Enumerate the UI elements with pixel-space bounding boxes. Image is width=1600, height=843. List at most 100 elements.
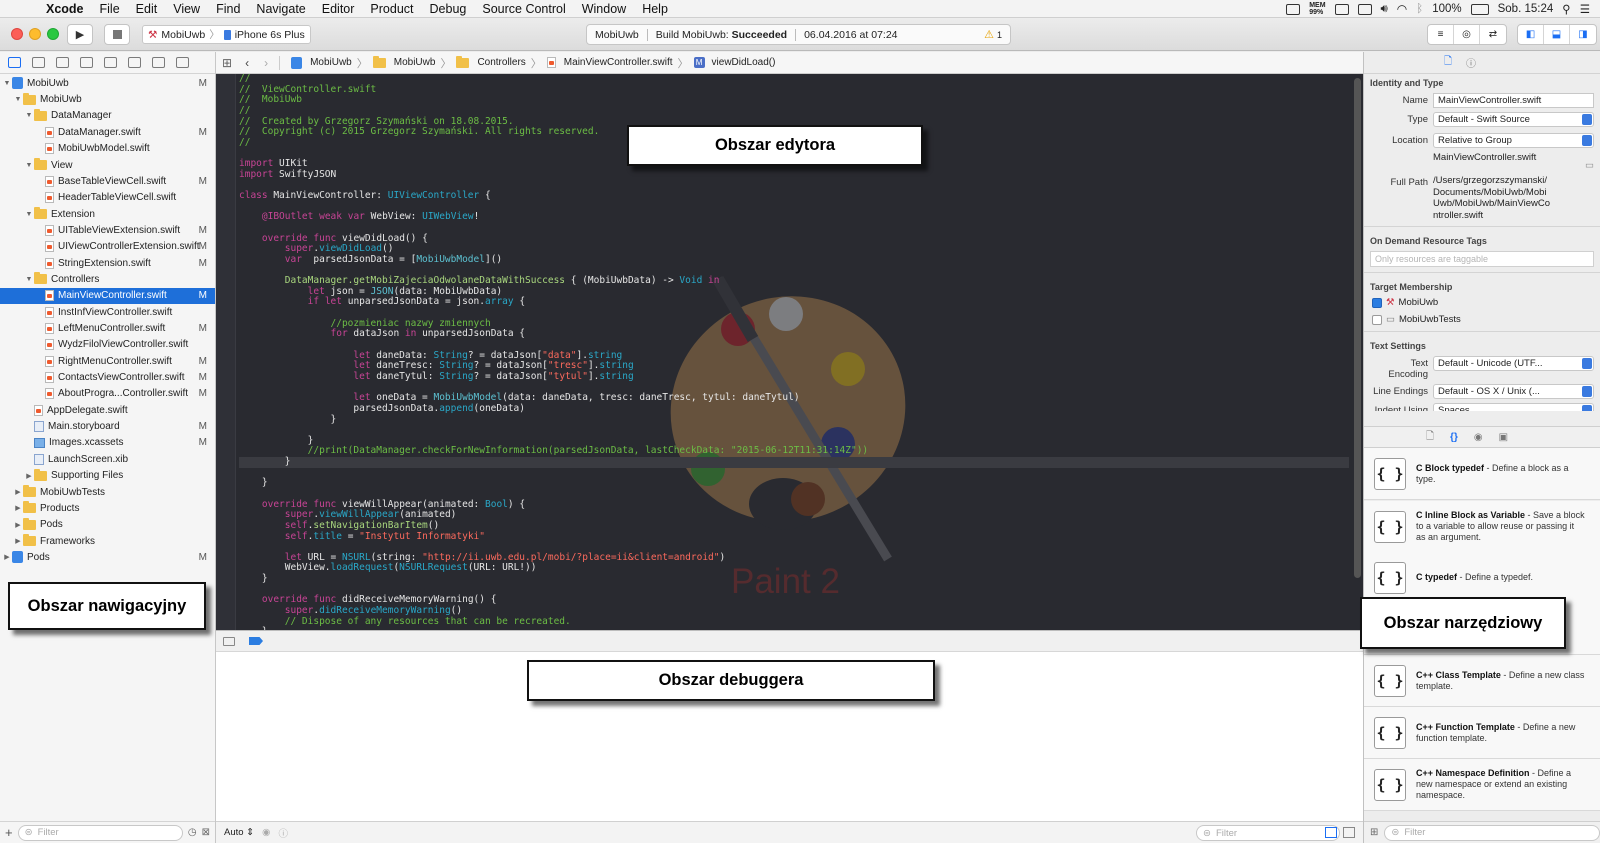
battery-label[interactable]: 100%	[1432, 3, 1461, 15]
display-icon[interactable]	[1286, 3, 1301, 15]
tree-row[interactable]: MobiUwbModel.swift	[0, 140, 215, 157]
tree-row[interactable]: Main.storyboard M	[0, 418, 215, 435]
window-icon[interactable]	[1334, 3, 1349, 15]
code-line[interactable]: parsedJsonData.append(oneData)	[239, 403, 1349, 415]
indent-select[interactable]: Spaces	[1433, 403, 1594, 411]
disclosure-icon[interactable]: ▶	[13, 537, 23, 545]
object-library-icon[interactable]: ◉	[1474, 432, 1483, 443]
tree-row[interactable]: LaunchScreen.xib	[0, 451, 215, 468]
tree-row[interactable]: ▶ Pods M	[0, 549, 215, 566]
menu-window[interactable]: Window	[574, 2, 634, 16]
tree-row[interactable]: Images.xcassets M	[0, 435, 215, 452]
tree-row[interactable]: InstInfViewController.swift	[0, 304, 215, 321]
editor-scrollbar[interactable]	[1354, 78, 1361, 578]
battery-icon[interactable]	[1470, 3, 1489, 15]
add-icon[interactable]: +	[5, 825, 13, 840]
tree-row[interactable]: ContactsViewController.swift M	[0, 369, 215, 386]
library-filter-input[interactable]: ⊜ Filter	[1384, 824, 1600, 841]
target-checkbox[interactable]: ▭ MobiUwbTests	[1372, 314, 1594, 325]
breadcrumb-item[interactable]: MobiUwb	[372, 55, 435, 68]
project-navigator-icon[interactable]	[8, 57, 21, 68]
media-library-icon[interactable]: ▣	[1499, 432, 1508, 443]
menu-debug[interactable]: Debug	[422, 2, 475, 16]
code-line[interactable]: }	[239, 414, 1349, 426]
disclosure-icon[interactable]: ▶	[13, 504, 23, 512]
menu-product[interactable]: Product	[362, 2, 421, 16]
disclosure-icon[interactable]: ▶	[24, 472, 34, 480]
menu-file[interactable]: File	[92, 2, 128, 16]
tree-row[interactable]: LeftMenuController.swift M	[0, 320, 215, 337]
scm-status-icon[interactable]: ⊠	[202, 827, 210, 838]
line-gutter[interactable]	[216, 74, 236, 630]
tree-row[interactable]: AboutProgra...Controller.swift M	[0, 386, 215, 403]
tree-row[interactable]: StringExtension.swift M	[0, 255, 215, 272]
quick-help-icon[interactable]: ⓘ	[1466, 55, 1476, 70]
type-select[interactable]: Default - Swift Source	[1433, 112, 1594, 127]
close-window-button[interactable]	[11, 28, 23, 40]
code-line[interactable]: import SwiftyJSON	[239, 169, 1349, 181]
snippet-item[interactable]: { } C++ Class Template - Define a new cla…	[1364, 655, 1600, 707]
toggle-navigator-icon[interactable]: ◧	[1518, 25, 1544, 44]
hide-debug-icon[interactable]	[223, 636, 235, 646]
tree-row[interactable]: HeaderTableViewCell.swift	[0, 189, 215, 206]
code-line[interactable]: //	[239, 74, 1349, 85]
breadcrumb-item[interactable]: MainViewController.swift	[546, 57, 673, 68]
bluetooth-icon[interactable]: ᛒ	[1416, 3, 1423, 15]
notification-center-icon[interactable]: ☰	[1580, 2, 1590, 16]
toggle-utilities-icon[interactable]: ◨	[1570, 25, 1596, 44]
menu-find[interactable]: Find	[208, 2, 248, 16]
tree-row[interactable]: UIViewControllerExtension.swift M	[0, 239, 215, 256]
disclosure-icon[interactable]: ▶	[13, 488, 23, 496]
clock[interactable]: Sob. 15:24	[1498, 3, 1554, 15]
navigator-filter-input[interactable]: ⊜ Filter	[17, 824, 183, 841]
tree-row[interactable]: UITableViewExtension.swift M	[0, 222, 215, 239]
code-line[interactable]: // Dispose of any resources that can be …	[239, 616, 1349, 628]
menu-help[interactable]: Help	[634, 2, 676, 16]
location-select[interactable]: Relative to Group	[1433, 133, 1594, 148]
folder-icon[interactable]: ▭	[1585, 160, 1594, 171]
menu-editor[interactable]: Editor	[314, 2, 363, 16]
code-line[interactable]: }	[239, 573, 1349, 585]
disclosure-icon[interactable]: ▼	[13, 96, 23, 103]
version-editor-icon[interactable]: ⇄	[1480, 25, 1506, 44]
snippet-item[interactable]: { } C Inline Block as Variable - Save a b…	[1364, 501, 1600, 553]
grid-view-icon[interactable]: ⊞	[1370, 827, 1378, 838]
wifi-icon[interactable]: ◠	[1397, 2, 1407, 16]
code-line[interactable]: for dataJson in unparsedJsonData {	[239, 329, 1349, 340]
code-line[interactable]: let daneTytul: String? = dataJson["tytul…	[239, 371, 1349, 383]
disclosure-icon[interactable]: ▶	[2, 553, 12, 561]
breakpoints-toggle-icon[interactable]	[249, 637, 263, 645]
code-line[interactable]: }	[239, 478, 1349, 489]
stop-button[interactable]	[104, 24, 130, 45]
tree-row[interactable]: ▶ Frameworks	[0, 533, 215, 550]
menu-source-control[interactable]: Source Control	[474, 2, 573, 16]
file-inspector-icon[interactable]: 🗋︎	[1444, 54, 1452, 71]
code-line[interactable]: self.title = "Instytut Informatyki"	[239, 531, 1349, 543]
standard-editor-icon[interactable]: ≡	[1428, 25, 1454, 44]
tree-row[interactable]: ▶ MobiUwbTests	[0, 484, 215, 501]
code-line[interactable]: // ViewController.swift	[239, 84, 1349, 96]
issue-navigator-icon[interactable]	[80, 57, 93, 68]
snippet-item[interactable]: { } C++ Namespace Definition - Define a n…	[1364, 759, 1600, 811]
code-snippets-icon[interactable]: {}	[1450, 432, 1458, 443]
tree-row[interactable]: ▼ Controllers	[0, 271, 215, 288]
zoom-window-button[interactable]	[47, 28, 59, 40]
tree-row[interactable]: ▼ DataManager	[0, 108, 215, 125]
disclosure-icon[interactable]: ▼	[24, 276, 34, 283]
tree-row[interactable]: ▶ Supporting Files	[0, 467, 215, 484]
info-icon[interactable]: ⓘ	[278, 826, 288, 840]
tree-row[interactable]: WydzFilolViewController.swift	[0, 337, 215, 354]
related-items-icon[interactable]: ⊞	[222, 56, 232, 70]
debug-filter-input[interactable]: ⊜ Filter	[1196, 825, 1340, 841]
find-navigator-icon[interactable]	[56, 57, 69, 68]
disclosure-icon[interactable]: ▼	[24, 211, 34, 218]
code-line[interactable]	[239, 425, 1349, 436]
menu-view[interactable]: View	[165, 2, 208, 16]
debug-navigator-icon[interactable]	[128, 57, 141, 68]
code-line[interactable]: var parsedJsonData = [MobiUwbModel]()	[239, 254, 1349, 266]
tree-row[interactable]: ▼ MobiUwb M	[0, 75, 215, 92]
tree-row[interactable]: BaseTableViewCell.swift M	[0, 173, 215, 190]
disclosure-icon[interactable]: ▼	[24, 162, 34, 169]
breadcrumb-item[interactable]: MobiUwb	[291, 56, 352, 69]
variables-mode-select[interactable]: Auto ⇕	[224, 827, 254, 838]
